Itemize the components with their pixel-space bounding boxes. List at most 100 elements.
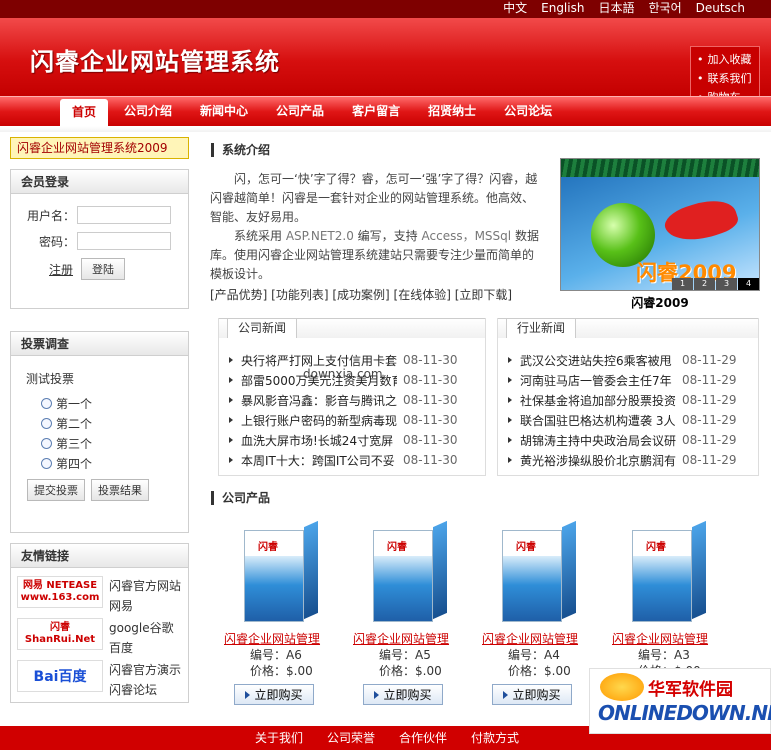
slideshow-caption: 闪睿2009 [631,296,689,310]
baidu-logo[interactable]: Bai百度 [17,660,103,692]
product-price-value: $.00 [544,664,571,678]
nav-about[interactable]: 公司介绍 [112,97,184,127]
friend-link-google[interactable]: google谷歌 [109,618,174,638]
news-item[interactable]: 本周IT十大：跨国IT公司不妥 08-11-30 [229,450,457,470]
footer-about[interactable]: 关于我们 [255,726,303,750]
product-box-image[interactable]: 闪睿 [618,518,716,630]
friend-link-forum[interactable]: 闪睿论坛 [109,680,181,700]
footer-honors[interactable]: 公司荣誉 [327,726,375,750]
lang-zh[interactable]: 中文 [503,0,527,18]
radio-icon[interactable] [41,417,52,429]
product-price-label: 价格： [508,664,545,678]
buy-now-label: 立即购买 [512,688,561,702]
product-number-label: 编号： [379,648,416,662]
friend-link-demo[interactable]: 闪睿官方演示 [109,660,181,680]
product-box-image[interactable]: 闪睿 [230,518,328,630]
nav-guestbook[interactable]: 客户留言 [340,97,412,127]
username-input[interactable] [77,206,171,224]
product-number: 编号：A3 [612,647,722,663]
login-button[interactable]: 登陆 [81,258,126,280]
product-name-link[interactable]: 闪睿企业网站管理 [482,630,592,647]
news-item[interactable]: 社保基金将追加部分股票投资 08-11-29 [508,390,736,410]
buy-now-button[interactable]: 立即购买 [234,684,314,705]
product-name-link[interactable]: 闪睿企业网站管理 [224,630,334,647]
vote-results-button[interactable]: 投票结果 [91,479,149,501]
lang-en[interactable]: English [541,0,584,18]
news-item[interactable]: 武汉公交进站失控6乘客被甩 08-11-29 [508,350,736,370]
vote-panel: 投票调查 测试投票 第一个 第二个 第三个 第四个 提交投票 投票结果 [10,331,189,533]
lang-de[interactable]: Deutsch [696,0,745,18]
contact-link[interactable]: 联系我们 [697,69,759,88]
news-title[interactable]: 社保基金将追加部分股票投资 [520,392,676,409]
buy-now-button[interactable]: 立即购买 [363,684,443,705]
nav-products[interactable]: 公司产品 [264,97,336,127]
marquee-banner[interactable]: 闪睿企业网站管理系统2009 [10,137,189,159]
news-item[interactable]: 胡锦涛主持中央政治局会议研 08-11-29 [508,430,736,450]
slide-page-1[interactable]: 1 [672,278,693,290]
news-item[interactable]: 黄光裕涉操纵股价北京鹏润有 08-11-29 [508,450,736,470]
news-title[interactable]: 血洗大屏市场!长城24寸宽屏 [241,432,397,449]
register-link[interactable]: 注册 [49,261,73,278]
lang-ko[interactable]: 한국어 [648,0,681,18]
vote-heading: 投票调查 [11,332,188,356]
news-title[interactable]: 河南驻马店一管委会主任7年 [520,372,676,389]
news-title[interactable]: 暴风影音冯鑫：影音与腾讯之 [241,392,397,409]
footer-partners[interactable]: 合作伙伴 [399,726,447,750]
news-title[interactable]: 胡锦涛主持中央政治局会议研 [520,432,676,449]
radio-icon[interactable] [41,397,52,409]
vote-option-label: 第二个 [56,416,93,431]
friend-link-baidu[interactable]: 百度 [109,638,174,658]
shanrui-logo[interactable]: 闪睿 ShanRui.Net [17,618,103,650]
news-title[interactable]: 联合国驻巴格达机构遭袭 3人 [520,412,676,429]
product-name-link[interactable]: 闪睿企业网站管理 [612,630,722,647]
industry-news-tab[interactable]: 行业新闻 [506,318,577,338]
slide-page-4[interactable]: 4 [738,278,759,290]
news-title[interactable]: 黄光裕涉操纵股价北京鹏润有 [520,452,676,469]
news-item[interactable]: 河南驻马店一管委会主任7年 08-11-29 [508,370,736,390]
netease-logo[interactable]: 网易 NETEASE www.163.com [17,576,103,608]
ribbon-bow [661,192,741,250]
nav-home[interactable]: 首页 [60,99,109,127]
news-title[interactable]: 武汉公交进站失控6乘客被甩 [520,352,676,369]
slide-page-3[interactable]: 3 [716,278,737,290]
product-number: 编号：A5 [353,647,463,663]
intro-links[interactable]: [产品优势] [功能列表] [成功案例] [在线体验] [立即下载] [210,286,542,305]
friend-link-netease[interactable]: 网易 [109,596,181,616]
buy-now-button[interactable]: 立即购买 [492,684,572,705]
intro-paragraph-2: 系统采用 ASP.NET2.0 编写，支持 Access，MSSql 数据库。使… [210,227,542,284]
slide-page-2[interactable]: 2 [694,278,715,290]
slideshow-image[interactable]: 闪睿2009 1 2 3 4 [560,158,760,291]
vote-option-3[interactable]: 第三个 [41,433,188,453]
lang-ja[interactable]: 日本語 [598,0,634,18]
vote-option-2[interactable]: 第二个 [41,413,188,433]
nav-news[interactable]: 新闻中心 [188,97,260,127]
product-name-link[interactable]: 闪睿企业网站管理 [353,630,463,647]
vote-option-4[interactable]: 第四个 [41,453,188,473]
news-item[interactable]: 上银行账户密码的新型病毒现 08-11-30 [229,410,457,430]
product-box-image[interactable]: 闪睿 [359,518,457,630]
industry-news-box: 行业新闻 武汉公交进站失控6乘客被甩 08-11-29 河南驻马店一管委会主任7年 0… [497,318,759,476]
radio-icon[interactable] [41,437,52,449]
news-item[interactable]: 暴风影音冯鑫：影音与腾讯之 08-11-30 [229,390,457,410]
product-number: 编号：A6 [224,647,334,663]
footer-payment[interactable]: 付款方式 [471,726,519,750]
nav-forum[interactable]: 公司论坛 [492,97,564,127]
news-item[interactable]: 血洗大屏市场!长城24寸宽屏 08-11-30 [229,430,457,450]
news-title[interactable]: 本周IT十大：跨国IT公司不妥 [241,452,397,469]
play-arrow-icon [503,690,509,699]
intro-p2-text: 系统采用 [234,229,283,243]
news-item[interactable]: 联合国驻巴格达机构遭袭 3人 08-11-29 [508,410,736,430]
friend-link-shanrui[interactable]: 闪睿官方网站 [109,576,181,596]
news-title[interactable]: 央行将严打网上支付信用卡套 [241,352,397,369]
product-price-label: 价格： [250,664,287,678]
submit-vote-button[interactable]: 提交投票 [27,479,85,501]
nav-jobs[interactable]: 招贤纳士 [416,97,488,127]
radio-icon[interactable] [41,457,52,469]
vote-option-1[interactable]: 第一个 [41,393,188,413]
company-news-tab[interactable]: 公司新闻 [227,318,298,338]
news-title[interactable]: 上银行账户密码的新型病毒现 [241,412,397,429]
password-input[interactable] [77,232,171,250]
product-box-image[interactable]: 闪睿 [488,518,586,630]
slideshow-pager: 1 2 3 4 [671,278,759,290]
add-favorite-link[interactable]: 加入收藏 [697,50,759,69]
